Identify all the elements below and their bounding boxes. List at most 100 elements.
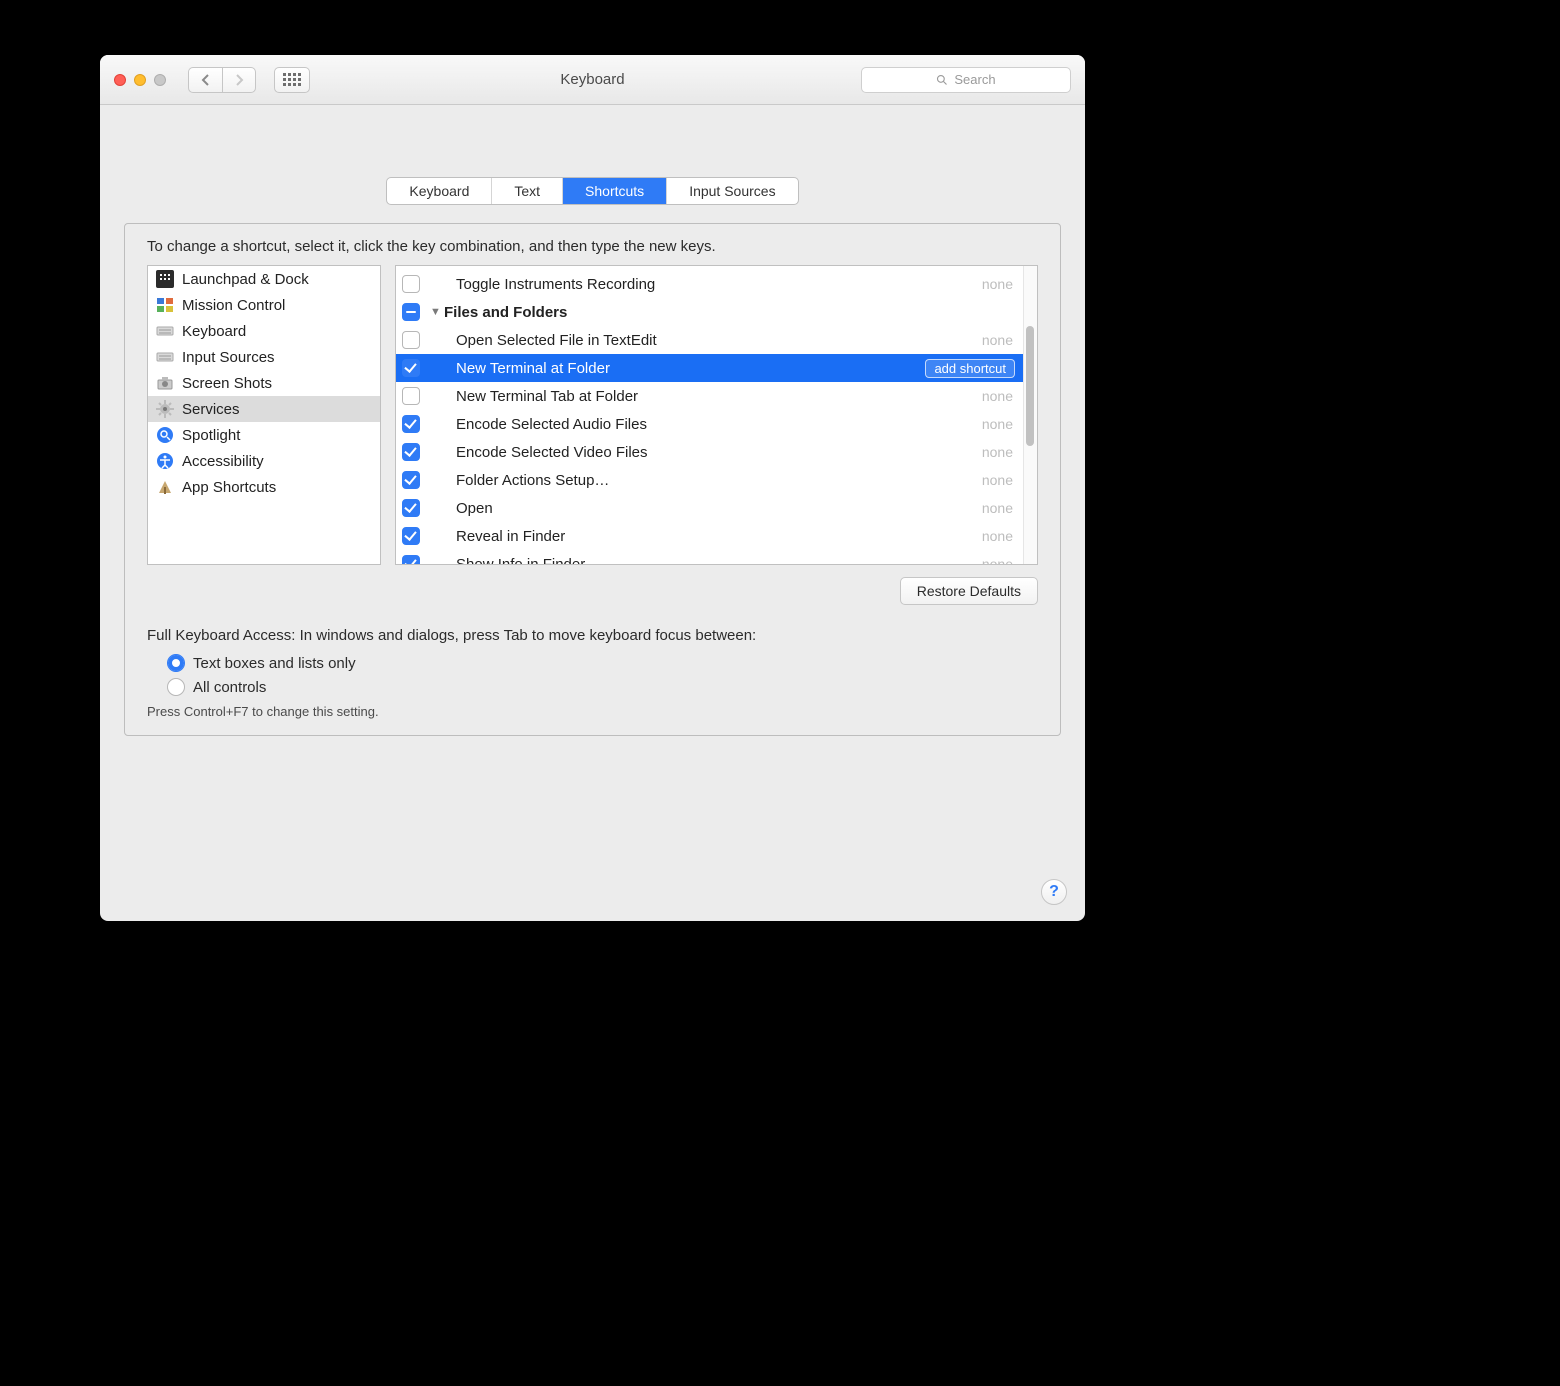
grid-icon xyxy=(283,73,301,86)
preferences-window: Keyboard Search KeyboardTextShortcutsInp… xyxy=(100,55,1085,921)
zoom-button[interactable] xyxy=(154,74,166,86)
shortcut-value: none xyxy=(982,416,1013,432)
list-item-label: Encode Selected Audio Files xyxy=(456,416,982,433)
back-button[interactable] xyxy=(188,67,222,93)
keyboard-icon xyxy=(156,322,174,340)
show-all-button[interactable] xyxy=(274,67,310,93)
list-item[interactable]: Toggle Instruments Recordingnone xyxy=(396,270,1023,298)
nav-buttons xyxy=(188,67,256,93)
shortcut-value: none xyxy=(982,556,1013,565)
chevron-right-icon xyxy=(234,74,244,86)
checkbox[interactable] xyxy=(402,275,420,293)
radio-label: Text boxes and lists only xyxy=(193,655,356,672)
checkbox[interactable] xyxy=(402,331,420,349)
shortcut-value: none xyxy=(982,332,1013,348)
sidebar-item-label: App Shortcuts xyxy=(182,479,276,496)
help-button[interactable]: ? xyxy=(1041,879,1067,905)
restore-defaults-button[interactable]: Restore Defaults xyxy=(900,577,1038,605)
disclosure-triangle-icon[interactable]: ▼ xyxy=(430,306,440,318)
full-keyboard-access-hint: Press Control+F7 to change this setting. xyxy=(147,704,1060,719)
radio-label: All controls xyxy=(193,679,266,696)
app-shortcuts-icon xyxy=(156,478,174,496)
list-item-label: Open xyxy=(456,500,982,517)
sidebar-item-screen-shots[interactable]: Screen Shots xyxy=(148,370,380,396)
checkbox[interactable] xyxy=(402,443,420,461)
titlebar: Keyboard Search xyxy=(100,55,1085,105)
list-item-label: New Terminal at Folder xyxy=(456,360,925,377)
list-item-label: Encode Selected Video Files xyxy=(456,444,982,461)
sidebar-item-spotlight[interactable]: Spotlight xyxy=(148,422,380,448)
tab-keyboard[interactable]: Keyboard xyxy=(387,178,492,204)
close-button[interactable] xyxy=(114,74,126,86)
search-placeholder: Search xyxy=(954,72,995,87)
sidebar-item-label: Services xyxy=(182,401,240,418)
list-item[interactable]: Opennone xyxy=(396,494,1023,522)
shortcut-value: none xyxy=(982,276,1013,292)
add-shortcut-button[interactable]: add shortcut xyxy=(925,359,1015,378)
accessibility-icon xyxy=(156,452,174,470)
scrollbar-thumb[interactable] xyxy=(1026,326,1034,446)
checkbox[interactable] xyxy=(402,415,420,433)
forward-button[interactable] xyxy=(222,67,256,93)
radio-option[interactable]: All controls xyxy=(167,678,1060,696)
tab-bar: KeyboardTextShortcutsInput Sources xyxy=(124,177,1061,205)
sidebar-item-app-shortcuts[interactable]: App Shortcuts xyxy=(148,474,380,500)
search-icon xyxy=(936,74,948,86)
full-keyboard-access-label: Full Keyboard Access: In windows and dia… xyxy=(147,627,1060,644)
checkbox[interactable] xyxy=(402,527,420,545)
shortcut-list[interactable]: Time Profile Entire SystemToggle Instrum… xyxy=(395,265,1038,565)
list-item-label: New Terminal Tab at Folder xyxy=(456,388,982,405)
shortcut-value: none xyxy=(982,528,1013,544)
minimize-button[interactable] xyxy=(134,74,146,86)
checkbox[interactable] xyxy=(402,471,420,489)
sidebar-item-input-sources[interactable]: Input Sources xyxy=(148,344,380,370)
radio-button[interactable] xyxy=(167,654,185,672)
instructions-label: To change a shortcut, select it, click t… xyxy=(125,238,1060,265)
sidebar-item-label: Accessibility xyxy=(182,453,264,470)
checkbox[interactable] xyxy=(402,387,420,405)
category-sidebar[interactable]: Launchpad & Dock Mission Control Keyboard I… xyxy=(147,265,381,565)
sidebar-item-launchpad-dock[interactable]: Launchpad & Dock xyxy=(148,266,380,292)
sidebar-item-label: Launchpad & Dock xyxy=(182,271,309,288)
search-field[interactable]: Search xyxy=(861,67,1071,93)
checkbox[interactable] xyxy=(402,359,420,377)
list-item[interactable]: Reveal in Findernone xyxy=(396,522,1023,550)
sidebar-item-label: Mission Control xyxy=(182,297,285,314)
list-item[interactable]: New Terminal at Folderadd shortcut xyxy=(396,354,1023,382)
camera-icon xyxy=(156,374,174,392)
list-group-label: Files and Folders xyxy=(444,304,1023,321)
list-group[interactable]: ▼ Files and Folders xyxy=(396,298,1023,326)
sidebar-item-mission-control[interactable]: Mission Control xyxy=(148,292,380,318)
list-item[interactable]: Show Info in Findernone xyxy=(396,550,1023,565)
shortcut-value: none xyxy=(982,472,1013,488)
radio-option[interactable]: Text boxes and lists only xyxy=(167,654,1060,672)
spotlight-icon xyxy=(156,426,174,444)
tab-shortcuts[interactable]: Shortcuts xyxy=(563,178,667,204)
list-item-label: Open Selected File in TextEdit xyxy=(456,332,982,349)
list-item[interactable]: Encode Selected Video Filesnone xyxy=(396,438,1023,466)
keyboard-icon xyxy=(156,348,174,366)
sidebar-item-accessibility[interactable]: Accessibility xyxy=(148,448,380,474)
gear-icon xyxy=(156,400,174,418)
checkbox[interactable] xyxy=(402,499,420,517)
sidebar-item-keyboard[interactable]: Keyboard xyxy=(148,318,380,344)
sidebar-item-services[interactable]: Services xyxy=(148,396,380,422)
tab-text[interactable]: Text xyxy=(492,178,563,204)
list-item[interactable]: Encode Selected Audio Filesnone xyxy=(396,410,1023,438)
scrollbar-track[interactable] xyxy=(1023,266,1037,564)
tab-input-sources[interactable]: Input Sources xyxy=(667,178,797,204)
list-item[interactable]: Folder Actions Setup…none xyxy=(396,466,1023,494)
list-item[interactable]: New Terminal Tab at Foldernone xyxy=(396,382,1023,410)
radio-button[interactable] xyxy=(167,678,185,696)
list-item[interactable]: Open Selected File in TextEditnone xyxy=(396,326,1023,354)
list-item-label: Toggle Instruments Recording xyxy=(456,276,982,293)
checkbox[interactable] xyxy=(402,303,420,321)
checkbox[interactable] xyxy=(402,555,420,565)
two-pane: Launchpad & Dock Mission Control Keyboard I… xyxy=(125,265,1060,565)
sidebar-item-label: Input Sources xyxy=(182,349,275,366)
list-item-label: Folder Actions Setup… xyxy=(456,472,982,489)
shortcut-value: none xyxy=(982,444,1013,460)
full-keyboard-access-radiogroup: Text boxes and lists only All controls xyxy=(167,654,1060,696)
shortcut-value: none xyxy=(982,500,1013,516)
list-item-label: Show Info in Finder xyxy=(456,556,982,566)
